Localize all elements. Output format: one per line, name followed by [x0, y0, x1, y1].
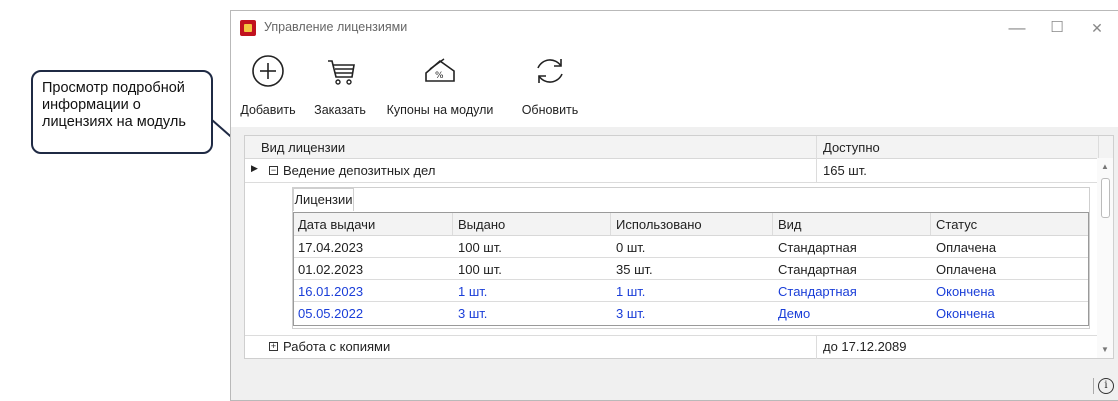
subheader-divider [930, 213, 931, 235]
coupons-button[interactable]: % Купоны на модули [375, 51, 505, 125]
scrollbar-thumb[interactable] [1101, 178, 1110, 218]
column-header-type[interactable]: Вид лицензии [261, 140, 345, 155]
close-button[interactable]: ✕ [1082, 15, 1112, 41]
cell-used: 35 шт. [616, 262, 653, 277]
cell-issued: 3 шт. [458, 306, 488, 321]
row-type: Работа с копиями [283, 339, 391, 354]
collapse-icon[interactable]: − [269, 166, 278, 175]
row-available: 165 шт. [823, 163, 867, 178]
subheader-divider [610, 213, 611, 235]
order-button-label: Заказать [314, 103, 366, 117]
status-divider [1093, 378, 1094, 394]
add-button-label: Добавить [240, 103, 296, 117]
toolbar: Добавить Заказать % Купоны на модули Обн… [231, 45, 1118, 127]
cell-kind: Стандартная [778, 240, 857, 255]
column-header-used[interactable]: Использовано [616, 217, 702, 232]
detail-panel: Лицензии Дата выдачи Выдано Использовано… [292, 187, 1090, 329]
coupons-button-label: Купоны на модули [386, 103, 494, 117]
expand-icon[interactable]: + [269, 342, 278, 351]
column-header-kind[interactable]: Вид [778, 217, 802, 232]
cell-date: 01.02.2023 [298, 262, 364, 277]
vertical-scrollbar[interactable]: ▲ ▼ [1097, 158, 1113, 358]
column-divider [816, 335, 817, 359]
row-indicator-icon: ▶ [251, 163, 258, 173]
callout-line-3: лицензиях на модуль [42, 114, 186, 130]
cell-date: 05.05.2022 [298, 306, 364, 321]
column-header-issued[interactable]: Выдано [458, 217, 505, 232]
cell-used: 1 шт. [616, 284, 646, 299]
scroll-down-icon[interactable]: ▼ [1101, 345, 1109, 354]
column-header-available[interactable]: Доступно [823, 140, 880, 155]
cell-issued: 100 шт. [458, 240, 502, 255]
row-divider [245, 335, 1097, 336]
scroll-up-icon[interactable]: ▲ [1101, 162, 1109, 171]
app-logo-icon [240, 20, 256, 36]
callout-line-2: информации о [42, 97, 141, 113]
column-header-date[interactable]: Дата выдачи [298, 217, 375, 232]
cell-status: Окончена [936, 306, 995, 321]
row-divider [294, 279, 1088, 280]
cell-status: Оплачена [936, 240, 997, 255]
licenses-subgrid: Дата выдачи Выдано Использовано Вид Стат… [293, 212, 1089, 326]
cell-status: Оплачена [936, 262, 997, 277]
header-divider-right [1098, 136, 1099, 158]
cell-kind: Демо [778, 306, 811, 321]
row-type: Ведение депозитных дел [283, 163, 436, 178]
callout-box: Просмотр подробной информации о лицензия… [31, 70, 213, 154]
row-available: до 17.12.2089 [823, 339, 907, 354]
refresh-button-label: Обновить [521, 103, 579, 117]
grid-header: Вид лицензии Доступно [245, 136, 1113, 159]
minimize-button[interactable]: — [1002, 15, 1032, 41]
order-button[interactable]: Заказать [309, 51, 371, 125]
shopping-cart-icon [328, 60, 355, 85]
cell-kind: Стандартная [778, 262, 857, 277]
status-bar: i [231, 364, 1118, 400]
cell-status: Окончена [936, 284, 995, 299]
info-icon[interactable]: i [1098, 378, 1114, 394]
maximize-button[interactable]: ☐ [1042, 15, 1072, 41]
subgrid-header: Дата выдачи Выдано Использовано Вид Стат… [294, 213, 1088, 236]
coupon-ticket-icon: % [425, 58, 455, 82]
license-grid: Вид лицензии Доступно ▶ − Ведение депози… [244, 135, 1114, 359]
cell-date: 16.01.2023 [298, 284, 364, 299]
column-divider [816, 158, 817, 182]
cell-issued: 1 шт. [458, 284, 488, 299]
refresh-button[interactable]: Обновить [515, 51, 585, 125]
header-divider [816, 136, 817, 158]
column-header-status[interactable]: Статус [936, 217, 977, 232]
row-divider [294, 257, 1088, 258]
refresh-icon [537, 59, 563, 83]
cell-used: 0 шт. [616, 240, 646, 255]
add-button[interactable]: Добавить [235, 51, 301, 125]
row-divider [294, 301, 1088, 302]
tab-licenses[interactable]: Лицензии [293, 188, 354, 211]
title-bar: Управление лицензиями — ☐ ✕ [231, 11, 1118, 45]
cell-date: 17.04.2023 [298, 240, 364, 255]
plus-circle-icon [252, 55, 284, 87]
cell-used: 3 шт. [616, 306, 646, 321]
cell-issued: 100 шт. [458, 262, 502, 277]
svg-text:%: % [435, 71, 444, 81]
row-divider [245, 182, 1097, 183]
cell-kind: Стандартная [778, 284, 857, 299]
callout-line-1: Просмотр подробной [42, 80, 185, 96]
license-window: Управление лицензиями — ☐ ✕ Добавить Зак… [230, 10, 1118, 401]
subheader-divider [452, 213, 453, 235]
window-title: Управление лицензиями [264, 20, 408, 34]
subheader-divider [772, 213, 773, 235]
